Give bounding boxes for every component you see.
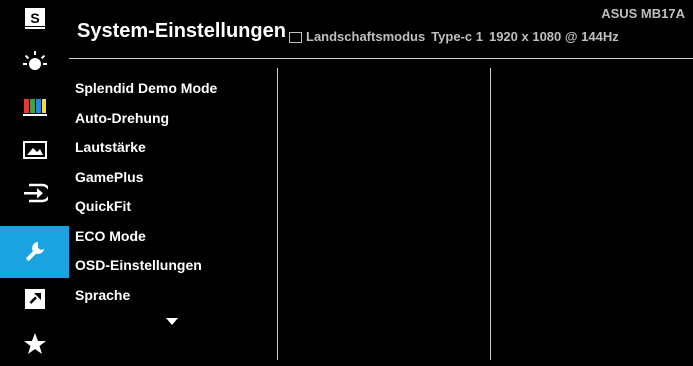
- color-bars-icon: [22, 97, 47, 117]
- menu-item-auto-rotation[interactable]: Auto-Drehung: [75, 104, 275, 134]
- brightness-icon: [22, 50, 48, 76]
- sidebar-item-input[interactable]: [0, 175, 69, 211]
- menu-item-quickfit[interactable]: QuickFit: [75, 192, 275, 222]
- sidebar-item-splendid[interactable]: S: [0, 0, 69, 36]
- resolution-readout: 1920 x 1080 @ 144Hz: [488, 29, 619, 44]
- page-title: System-Einstellungen: [77, 20, 286, 42]
- header-divider: [69, 58, 693, 59]
- main-panel: System-Einstellungen ASUS MB17A Landscha…: [69, 0, 693, 366]
- splendid-s-icon: S: [23, 6, 47, 30]
- model-name: ASUS MB17A: [601, 6, 685, 21]
- image-icon: [22, 140, 47, 160]
- wrench-icon: [22, 239, 48, 265]
- osd-menu: S System-Einstellungen ASUS MB17A Landsc…: [0, 0, 693, 366]
- sidebar-item-system[interactable]: [0, 226, 69, 278]
- sidebar-item-color[interactable]: [0, 89, 69, 125]
- menu-item-language[interactable]: Sprache: [75, 281, 275, 311]
- header: System-Einstellungen ASUS MB17A Landscha…: [69, 0, 693, 56]
- sidebar-item-brightness[interactable]: [0, 45, 69, 81]
- sidebar: S: [0, 0, 69, 366]
- orientation-mode: Landschaftsmodus: [306, 29, 426, 44]
- column-divider: [277, 68, 278, 360]
- sidebar-item-favorite[interactable]: [0, 326, 69, 362]
- favorite-star-icon: [23, 332, 47, 356]
- menu-item-eco-mode[interactable]: ECO Mode: [75, 222, 275, 252]
- system-settings-menu: Splendid Demo Mode Auto-Drehung Lautstär…: [75, 74, 275, 310]
- landscape-mode-icon: [289, 32, 302, 43]
- input-select-icon: [22, 181, 48, 205]
- status-bar: Landschaftsmodus Type-c 1 1920 x 1080 @ …: [289, 29, 619, 44]
- menu-item-osd-settings[interactable]: OSD-Einstellungen: [75, 251, 275, 281]
- sidebar-item-shortcut[interactable]: [0, 281, 69, 317]
- menu-item-splendid-demo-mode[interactable]: Splendid Demo Mode: [75, 74, 275, 104]
- input-source: Type-c 1: [431, 29, 483, 44]
- column-divider: [490, 68, 491, 360]
- shortcut-icon: [23, 287, 47, 311]
- svg-text:S: S: [30, 10, 39, 26]
- menu-item-volume[interactable]: Lautstärke: [75, 133, 275, 163]
- menu-item-gameplus[interactable]: GamePlus: [75, 163, 275, 193]
- sidebar-item-image[interactable]: [0, 132, 69, 168]
- chevron-down-icon[interactable]: [166, 318, 178, 325]
